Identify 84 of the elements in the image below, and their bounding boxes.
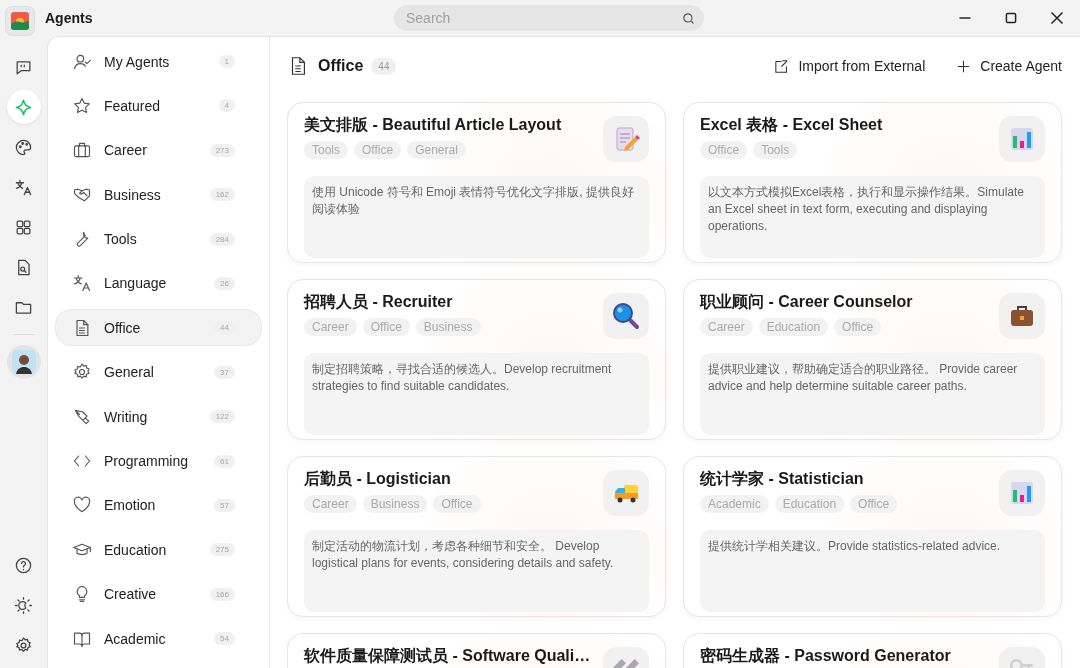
count-badge: 44 (371, 57, 397, 75)
bar-chart-icon (1008, 125, 1036, 153)
category-item[interactable]: My Agents 1 (55, 43, 262, 80)
category-item[interactable]: Programming 61 (55, 442, 262, 480)
avatar-button[interactable] (6, 345, 41, 379)
agent-description: 提供统计学相关建议。Provide statistics-related advice. (700, 530, 1045, 612)
agent-card[interactable]: 美文排版 - Beautiful Article Layout Tools Office General 使用 Unicode 符号和 Emoji 表情符号优化文字排版, 提供良好阅读体验 (287, 102, 666, 263)
theme-icon (14, 595, 33, 615)
magnifier-icon (612, 302, 640, 330)
agent-title: 美文排版 - Beautiful Article Layout (304, 116, 562, 134)
count-badge: 4 (218, 99, 235, 113)
import-button[interactable]: Import from External (773, 57, 926, 75)
tag: Business (362, 495, 428, 513)
tag: General (407, 141, 466, 159)
section-title: Office (318, 57, 364, 75)
count-badge: 275 (209, 543, 235, 557)
category-item[interactable]: Tools 284 (55, 220, 262, 258)
count-badge: 284 (209, 232, 235, 246)
agent-description: 以文本方式模拟Excel表格，执行和显示操作结果。Simulate an Excel sheet in text form, executing and displaying operations. (700, 176, 1045, 258)
category-item[interactable]: Featured 4 (55, 87, 262, 125)
agent-title: 后勤员 - Logistician (304, 470, 452, 488)
agent-title: 密码生成器 - Password Generator (700, 647, 951, 665)
search-field[interactable]: Search (394, 5, 704, 31)
app-logo-icon (5, 6, 35, 36)
category-item[interactable]: Office 44 (55, 309, 262, 347)
tag: Career (304, 495, 357, 513)
agent-title: 软件质量保障测试员 - Software Quali… (304, 647, 591, 665)
tag: Tools (753, 141, 798, 159)
sparkle-icon (14, 97, 33, 117)
agent-card[interactable]: 招聘人员 - Recruiter Career Office Business 制定招聘策略，寻找合适的候选人。Develop recruitment strategies to find suitable candidates. (287, 279, 666, 440)
palette-icon (14, 137, 33, 157)
agent-title: 招聘人员 - Recruiter (304, 293, 454, 311)
tag: Academic (700, 495, 769, 513)
plus-button[interactable]: Create Agent (955, 57, 1062, 75)
agent-description: 制定活动的物流计划，考虑各种细节和安全。 Develop logistical plans for events, considering details and safety. (304, 530, 649, 612)
category-item[interactable]: Emotion 57 (55, 486, 262, 524)
tag: Education (774, 495, 845, 513)
agent-card[interactable]: Excel 表格 - Excel Sheet Office Tools 以文本方式模拟Excel表格，执行和显示操作结果。Simulate an Excel sheet in text form, executing and displaying operations. (683, 102, 1062, 263)
count-badge: 162 (209, 188, 235, 202)
category-item[interactable]: Career 273 (55, 131, 262, 169)
tag: Tools (304, 141, 348, 159)
tag: Office (700, 141, 748, 159)
count-badge: 54 (214, 632, 235, 646)
count-badge: 122 (209, 410, 235, 424)
tag: Education (758, 318, 829, 336)
agent-title: 职业顾问 - Career Counselor (700, 293, 913, 311)
category-item[interactable]: Academic 54 (55, 620, 262, 658)
count-badge: 1 (218, 55, 235, 68)
tag: Office (834, 318, 882, 336)
count-badge: 61 (214, 454, 235, 468)
agent-card[interactable]: 软件质量保障测试员 - Software Quali… (287, 633, 666, 668)
star-icon (72, 95, 92, 116)
agent-card[interactable]: 统计学家 - Statistician Academic Education Office 提供统计学相关建议。Provide statistics-related advice. (683, 456, 1062, 617)
agent-description: 提供职业建议，帮助确定适合的职业路径。 Provide career advice and help determine suitable career paths. (700, 353, 1045, 435)
agent-description: 使用 Unicode 符号和 Emoji 表情符号优化文字排版, 提供良好阅读体验 (304, 176, 649, 258)
category-item[interactable]: Business 162 (55, 176, 262, 214)
app-title: Agents (45, 10, 93, 26)
tag: Office (362, 318, 410, 336)
agent-card[interactable]: 后勤员 - Logistician Career Business Office 制定活动的物流计划，考虑各种细节和安全。 Develop logistical plans for events, considering details and safety. (287, 456, 666, 617)
bar-chart-icon (1008, 479, 1036, 507)
category-item[interactable]: Writing 122 (55, 398, 262, 436)
agent-card[interactable]: 密码生成器 - Password Generator (683, 633, 1062, 668)
category-item[interactable]: Language 26 (55, 264, 262, 302)
tag: Business (415, 318, 481, 336)
tag: Office (850, 495, 898, 513)
count-badge: 57 (214, 498, 235, 512)
tag: Office (433, 495, 481, 513)
agent-title: 统计学家 - Statistician (700, 470, 865, 488)
tag: Career (304, 318, 357, 336)
settings-icon (14, 635, 33, 655)
category-item[interactable]: Creative 166 (55, 575, 262, 613)
translate-icon (14, 177, 33, 197)
agent-card[interactable]: 职业顾问 - Career Counselor Career Education Office 提供职业建议，帮助确定适合的职业路径。 Provide career advice and help determine suitable career paths. (683, 279, 1062, 440)
help-icon (14, 555, 33, 575)
search-icon (681, 10, 696, 26)
tag: Career (700, 318, 753, 336)
count-badge: 26 (214, 276, 235, 290)
agent-description: 制定招聘策略，寻找合适的候选人。Develop recruitment strategies to find suitable candidates. (304, 353, 649, 435)
translate-icon (72, 273, 92, 294)
tag: Office (354, 141, 402, 159)
agent-title: Excel 表格 - Excel Sheet (700, 116, 883, 134)
count-badge: 166 (209, 587, 235, 601)
category-item[interactable]: Education 275 (55, 531, 262, 569)
count-badge: 273 (209, 143, 235, 157)
